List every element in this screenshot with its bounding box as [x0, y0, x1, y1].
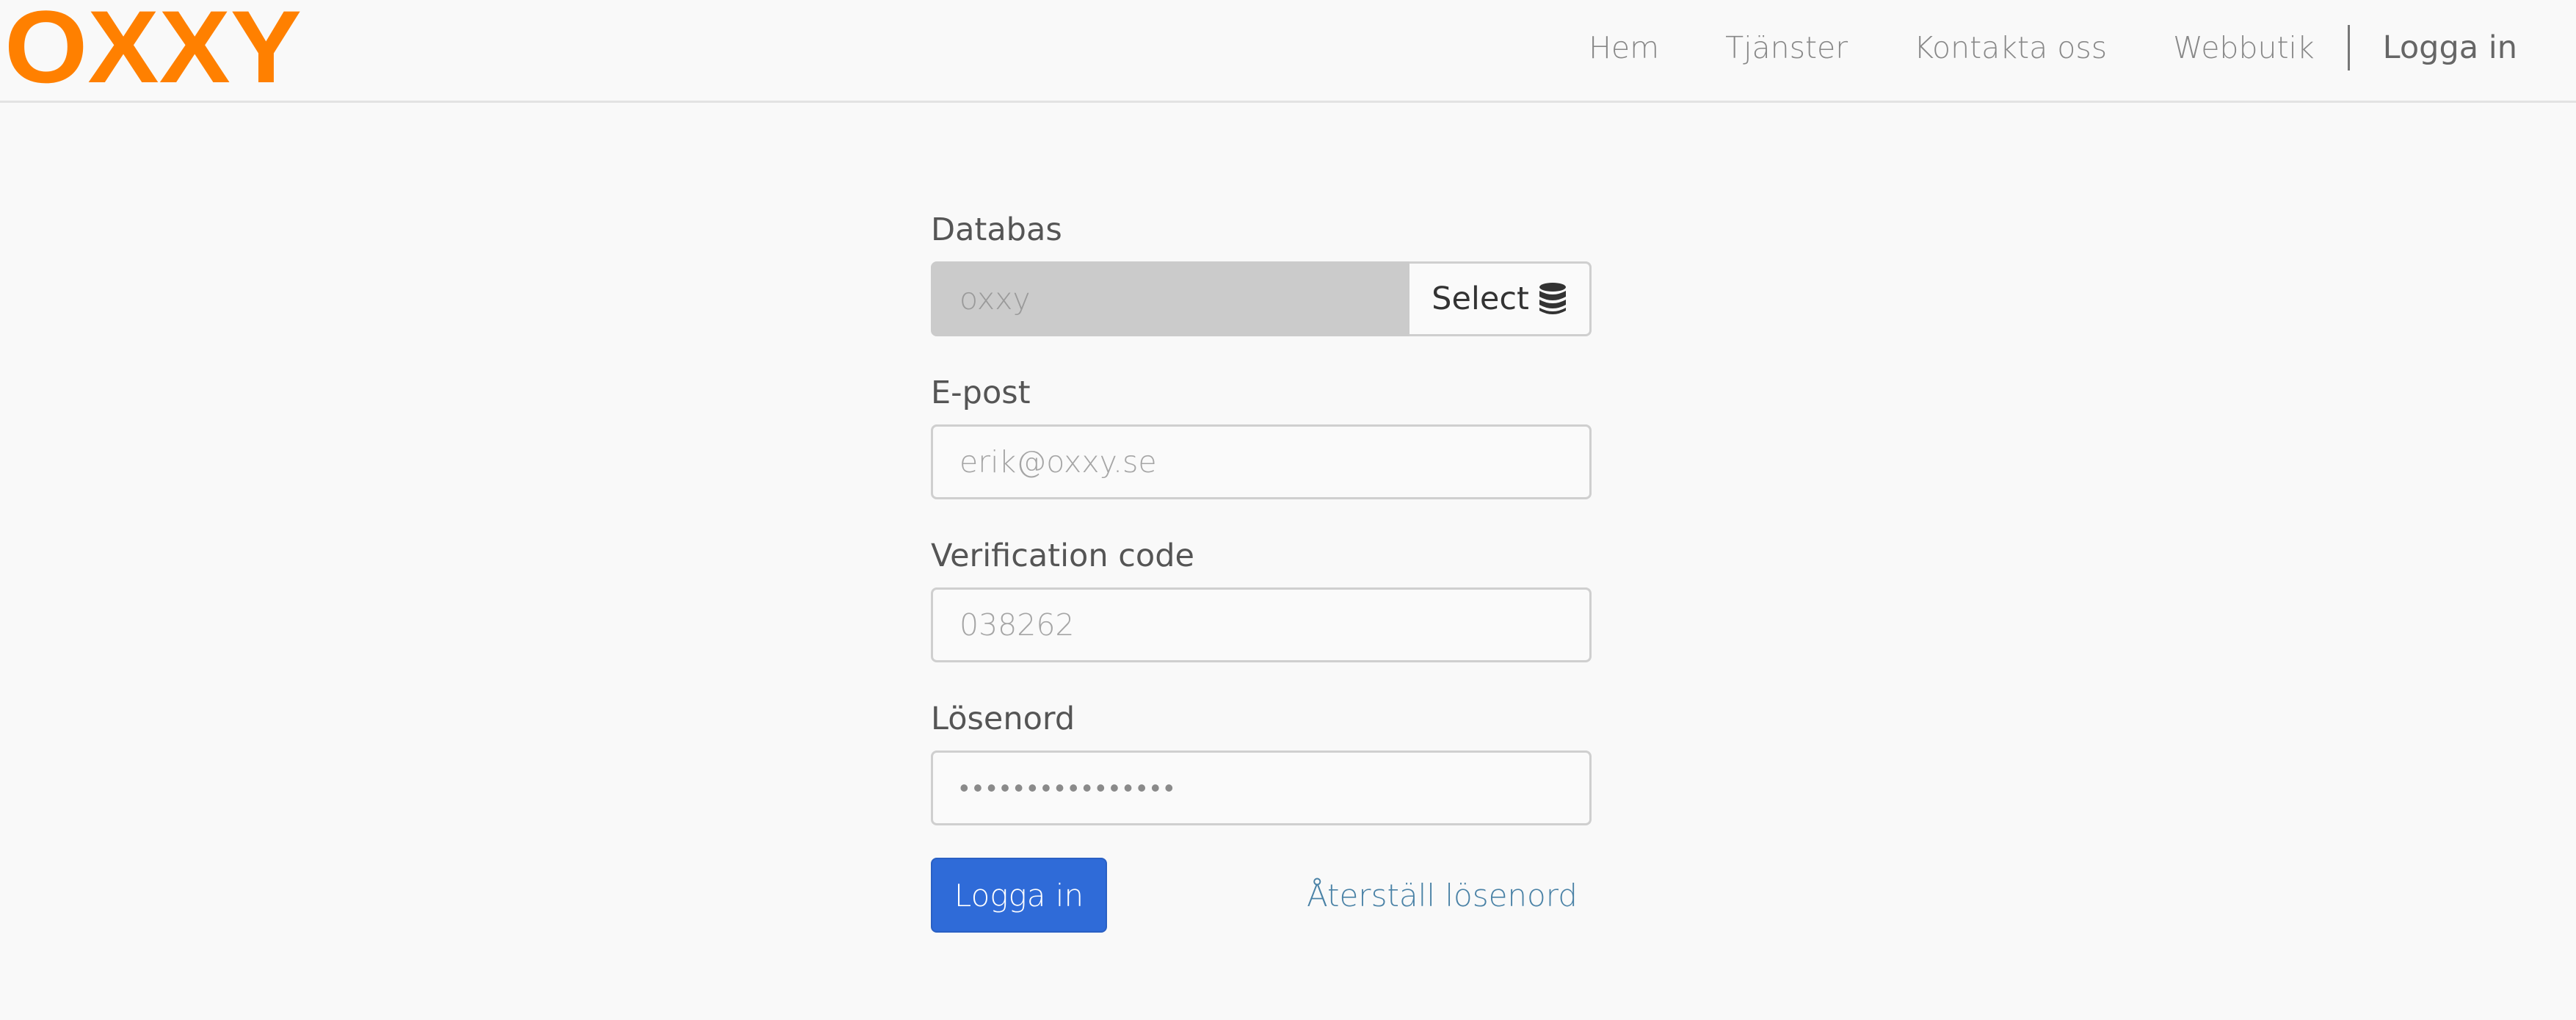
database-group: Databas oxxy Select: [931, 211, 1592, 336]
top-navbar: OXXY Hem Tjänster Kontakta oss Webbutik …: [0, 0, 2576, 103]
nav-item-kontakta-oss[interactable]: Kontakta oss: [1881, 30, 2140, 65]
verification-group: Verification code 038262: [931, 538, 1592, 662]
logo-text: OXXY: [4, 3, 302, 91]
password-mask: ••••••••••••••••: [959, 773, 1178, 803]
verification-label: Verification code: [931, 538, 1194, 574]
select-database-button[interactable]: Select: [1409, 261, 1592, 336]
form-actions: Logga in Återställ lösenord: [931, 858, 1592, 933]
nav-login-link[interactable]: Logga in: [2350, 29, 2517, 66]
password-group: Lösenord ••••••••••••••••: [931, 701, 1592, 825]
reset-password-link[interactable]: Återställ lösenord: [1307, 858, 1578, 933]
nav-item-tjanster[interactable]: Tjänster: [1692, 30, 1881, 65]
login-submit-button[interactable]: Logga in: [931, 858, 1107, 933]
login-form: Databas oxxy Select E-post erik@oxxy.se …: [931, 211, 1592, 933]
main-nav: Hem Tjänster Kontakta oss Webbutik Logga…: [1556, 0, 2517, 95]
password-field[interactable]: ••••••••••••••••: [931, 750, 1592, 825]
database-field: oxxy: [931, 261, 1409, 336]
oxxy-logo[interactable]: OXXY: [3, 3, 304, 91]
email-label: E-post: [931, 375, 1031, 411]
select-button-label: Select: [1432, 281, 1529, 317]
password-label: Lösenord: [931, 701, 1075, 737]
verification-code-field[interactable]: 038262: [931, 587, 1592, 662]
database-label: Databas: [931, 211, 1062, 248]
database-icon: [1539, 283, 1566, 314]
database-input-group: oxxy Select: [931, 261, 1592, 336]
nav-item-hem[interactable]: Hem: [1556, 30, 1692, 65]
email-field[interactable]: erik@oxxy.se: [931, 424, 1592, 499]
email-group: E-post erik@oxxy.se: [931, 375, 1592, 499]
nav-item-webbutik[interactable]: Webbutik: [2140, 30, 2348, 65]
